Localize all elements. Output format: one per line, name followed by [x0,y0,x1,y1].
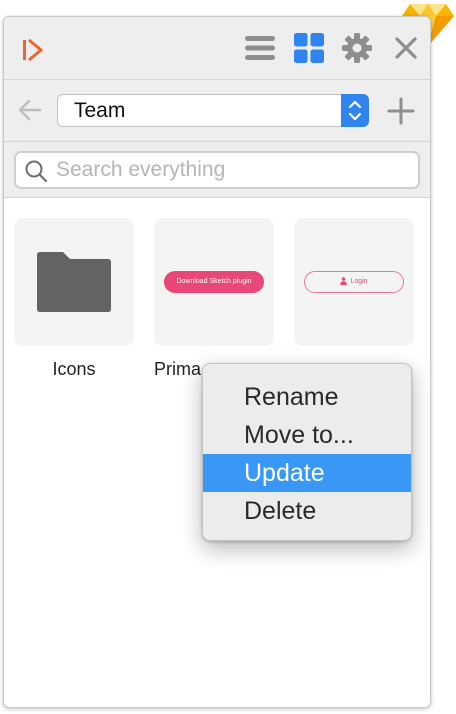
item-thumbnail: Login [294,218,414,346]
download-plugin-pill: Download Sketch plugin [164,271,264,293]
person-icon [340,277,348,286]
plus-icon[interactable] [386,96,416,126]
gear-icon[interactable] [341,32,373,64]
chevron-updown-icon [348,100,362,121]
plugin-panel: Team Search everything Icons Download Sk… [3,16,431,708]
close-icon[interactable] [390,32,422,64]
search-bar [4,142,430,198]
context-menu-rename[interactable]: Rename [203,378,411,416]
item-label: Icons [52,359,96,379]
login-pill: Login [304,271,404,293]
login-pill-label: Login [350,278,368,285]
search-box [14,151,420,189]
team-select[interactable]: Team [57,94,369,127]
list-view-icon[interactable] [244,32,276,64]
navigation-bar: Team [4,80,430,142]
grid-view-icon[interactable] [293,32,325,64]
toolbar [4,17,430,80]
app-stage: Team Search everything Icons Download Sk… [0,0,456,714]
craft-logo-icon[interactable] [20,37,46,63]
context-menu-move-to[interactable]: Move to... [203,416,411,454]
select-stepper[interactable] [341,94,369,127]
back-arrow-icon[interactable] [16,96,44,124]
item-thumbnail [14,218,134,346]
context-menu-update[interactable]: Update [203,454,411,492]
team-select-value: Team [74,99,126,122]
context-menu: Rename Move to... Update Delete [202,363,412,541]
item-label: Primary [154,359,202,379]
context-menu-delete[interactable]: Delete [203,492,411,530]
item-thumbnail: Download Sketch plugin [154,218,274,346]
search-icon [25,160,48,183]
search-input[interactable] [56,157,406,183]
folder-icon [37,252,111,312]
